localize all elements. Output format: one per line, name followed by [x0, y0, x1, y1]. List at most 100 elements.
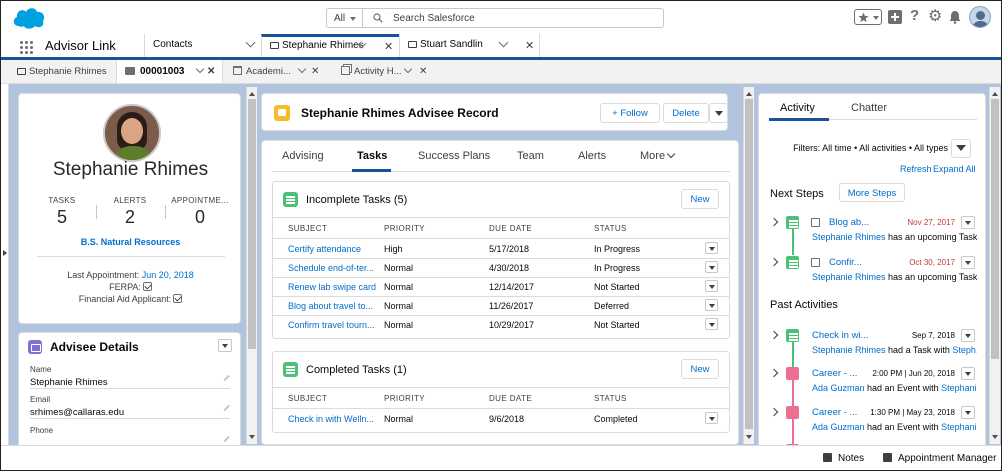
task-subject-link[interactable]: Blog about travel to... [288, 301, 376, 311]
person-link[interactable]: Ada Guzman [812, 383, 865, 393]
subtab-00001003[interactable]: 00001003 ✕ [116, 60, 223, 83]
column-header-priority[interactable]: PRIORITY [384, 394, 425, 403]
tab-chatter[interactable]: Chatter [851, 102, 887, 114]
task-subject-link[interactable]: Confirm travel tourn... [288, 320, 376, 330]
degree-program-link[interactable]: B.S. Natural Resources [19, 237, 242, 247]
help-icon[interactable]: ? [910, 7, 919, 24]
person-link[interactable]: Steph... [952, 345, 977, 355]
expand-chevron-icon[interactable] [769, 330, 779, 340]
person-link[interactable]: Stephanie Rhimes [812, 272, 886, 282]
column-header-status[interactable]: STATUS [594, 224, 627, 233]
person-link[interactable]: Stephanie Rhimes [812, 232, 886, 242]
tab-team[interactable]: Team [517, 150, 544, 162]
task-subject-link[interactable]: Schedule end-of-ter... [288, 263, 376, 273]
activity-title-link[interactable]: Blog ab... [829, 217, 869, 228]
split-view-handle[interactable] [1, 84, 9, 445]
activity-title-link[interactable]: Confir... [829, 257, 862, 268]
column-header-subject[interactable]: SUBJECT [288, 224, 327, 233]
row-actions-button[interactable] [705, 318, 718, 330]
activity-title-link[interactable]: Check in wi... [812, 330, 869, 341]
chevron-down-icon[interactable] [195, 64, 205, 74]
scroll-down-arrow[interactable] [746, 435, 752, 442]
tab-activity[interactable]: Activity [780, 102, 815, 114]
scrollbar-thumb[interactable] [745, 99, 753, 429]
middle-column-scrollbar[interactable] [743, 87, 754, 444]
close-icon[interactable]: ✕ [525, 39, 534, 52]
scrollbar-thumb[interactable] [248, 99, 256, 349]
expand-all-link[interactable]: Expand All [933, 164, 976, 174]
subtab-stephanie-rhimes[interactable]: Stephanie Rhimes [9, 60, 114, 83]
row-actions-button[interactable] [705, 412, 718, 424]
right-column-scrollbar[interactable] [989, 87, 1000, 444]
global-search[interactable]: All [326, 8, 664, 28]
expand-chevron-icon[interactable] [769, 257, 779, 267]
advisee-details-menu-button[interactable] [218, 339, 232, 352]
delete-button[interactable]: Delete [663, 103, 709, 123]
more-steps-button[interactable]: More Steps [839, 183, 905, 202]
nav-tab-stuart-sandlin[interactable]: Stuart Sandlin ✕ [399, 34, 540, 57]
scroll-up-arrow[interactable] [249, 89, 255, 96]
person-link[interactable]: Ada Guzman [812, 422, 865, 432]
row-actions-button[interactable] [705, 280, 718, 292]
scroll-up-arrow[interactable] [992, 89, 998, 96]
column-header-due-date[interactable]: DUE DATE [489, 224, 532, 233]
expand-chevron-icon[interactable] [769, 217, 779, 227]
chevron-down-icon[interactable] [498, 37, 509, 48]
tab-tasks[interactable]: Tasks [357, 150, 387, 162]
tab-advising[interactable]: Advising [282, 150, 324, 162]
scroll-down-arrow[interactable] [249, 435, 255, 442]
subtab-academic[interactable]: Academi... ✕ [225, 60, 330, 83]
left-column-scrollbar[interactable] [246, 87, 257, 444]
subtab-activity-history[interactable]: Activity H... ✕ [333, 60, 438, 83]
close-icon[interactable]: ✕ [419, 66, 427, 77]
row-actions-button[interactable] [705, 299, 718, 311]
person-link[interactable]: Stephanie Rhimes [812, 345, 886, 355]
notifications-bell-icon[interactable] [949, 10, 961, 24]
record-actions-menu-button[interactable] [709, 103, 728, 123]
user-avatar[interactable] [969, 6, 991, 28]
stat-appointments[interactable]: APPOINTME... 0 [168, 196, 232, 228]
notes-utility-button[interactable]: Notes [823, 453, 864, 464]
app-launcher-icon[interactable] [20, 41, 33, 54]
email-link[interactable]: srhimes@callaras.edu [30, 407, 230, 418]
tab-more[interactable]: More [640, 149, 676, 162]
column-header-status[interactable]: STATUS [594, 394, 627, 403]
stat-alerts[interactable]: ALERTS 2 [105, 196, 155, 228]
task-complete-checkbox[interactable] [811, 258, 820, 267]
nav-tab-stephanie-rhimes[interactable]: Stephanie Rhimes ✕ [261, 34, 399, 57]
nav-tab-contacts[interactable]: Contacts [144, 34, 261, 57]
close-icon[interactable]: ✕ [384, 40, 393, 53]
task-subject-link[interactable]: Certify attendance [288, 244, 376, 254]
appointment-manager-utility-button[interactable]: Appointment Manager [883, 453, 996, 464]
search-scope-select[interactable]: All [327, 9, 363, 27]
chevron-down-icon[interactable] [245, 37, 256, 48]
salesforce-logo-icon[interactable] [11, 4, 47, 30]
activity-actions-button[interactable] [961, 256, 975, 269]
refresh-link[interactable]: Refresh [900, 164, 932, 174]
column-header-priority[interactable]: PRIORITY [384, 224, 425, 233]
chevron-down-icon[interactable] [403, 64, 413, 74]
favorites-button[interactable] [854, 9, 882, 25]
task-complete-checkbox[interactable] [811, 218, 820, 227]
row-actions-button[interactable] [705, 242, 718, 254]
tab-success-plans[interactable]: Success Plans [418, 150, 490, 162]
expand-chevron-icon[interactable] [769, 407, 779, 417]
expand-chevron-icon[interactable] [769, 368, 779, 378]
activity-title-link[interactable]: Career - ... [812, 407, 857, 418]
task-subject-link[interactable]: Check in with Welln... [288, 414, 376, 424]
scroll-up-arrow[interactable] [746, 89, 752, 96]
close-icon[interactable]: ✕ [207, 66, 215, 77]
tab-alerts[interactable]: Alerts [578, 150, 606, 162]
follow-button[interactable]: + Follow [600, 103, 660, 123]
search-input[interactable] [393, 12, 653, 25]
activity-actions-button[interactable] [961, 367, 975, 380]
activity-title-link[interactable]: Career - ... [812, 368, 857, 379]
scrollbar-thumb[interactable] [991, 99, 999, 359]
new-completed-task-button[interactable]: New [681, 359, 719, 379]
column-header-due-date[interactable]: DUE DATE [489, 394, 532, 403]
setup-gear-icon[interactable]: ⚙ [928, 6, 942, 26]
close-icon[interactable]: ✕ [311, 66, 319, 77]
edit-pencil-icon[interactable] [223, 435, 230, 442]
person-link[interactable]: Stephani... [941, 422, 977, 432]
scroll-down-arrow[interactable] [992, 435, 998, 442]
